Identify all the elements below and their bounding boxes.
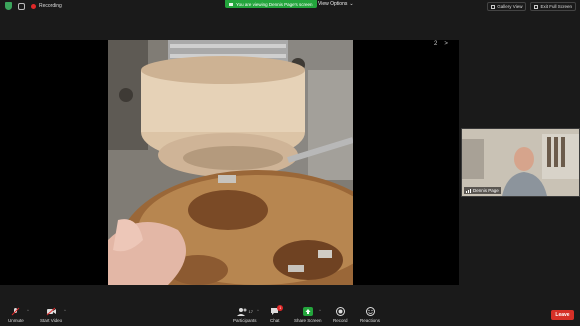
grid-icon — [491, 4, 496, 9]
share-screen-icon — [302, 307, 313, 316]
chat-badge: 1 — [277, 305, 284, 311]
participants-icon: 17 — [236, 307, 253, 316]
chat-label: Chat — [270, 318, 280, 323]
screen-icon — [229, 2, 233, 6]
camera-off-icon — [46, 307, 57, 316]
meeting-info: Recording — [5, 2, 62, 10]
record-icon — [335, 307, 345, 316]
participant-video-tile[interactable]: Dennis Page — [461, 128, 580, 197]
lathe-photo-image — [108, 40, 353, 285]
participants-count: 17 — [248, 309, 253, 314]
audio-level-icon — [466, 188, 471, 193]
chevron-down-icon: ⌄ — [349, 1, 354, 7]
share-options-caret[interactable]: ^ — [319, 308, 321, 313]
record-button[interactable]: Record — [333, 307, 348, 323]
chat-icon: 1 — [270, 305, 284, 316]
leave-button[interactable]: Leave — [551, 310, 574, 320]
view-options-label: View Options — [318, 1, 348, 7]
chat-button[interactable]: 1 Chat — [270, 305, 284, 323]
participants-label: Participants — [233, 318, 257, 323]
meeting-toolbar: Unmute ^ Start Video ^ 17 Participants ^… — [0, 301, 580, 326]
participants-caret[interactable]: ^ — [257, 308, 259, 313]
start-video-button[interactable]: Start Video — [40, 307, 62, 323]
viewing-banner-text: You are viewing Dennis Page's screen — [236, 1, 313, 7]
view-controls: Gallery View Exit Full Screen — [487, 2, 576, 11]
audio-options-caret[interactable]: ^ — [27, 308, 29, 313]
reactions-button[interactable]: Reactions — [360, 307, 380, 323]
share-screen-button[interactable]: Share Screen — [294, 307, 322, 323]
start-video-label: Start Video — [40, 318, 63, 323]
view-options-button[interactable]: View Options ⌄ — [318, 1, 354, 7]
next-page-arrow[interactable]: > — [444, 41, 448, 47]
share-screen-label: Share Screen — [294, 318, 322, 323]
recording-indicator[interactable]: Recording — [31, 3, 62, 9]
reactions-label: Reactions — [360, 318, 381, 323]
record-dot-icon — [31, 3, 36, 9]
share-page-nav: 2 > — [434, 41, 448, 47]
unmute-button[interactable]: Unmute — [8, 307, 24, 323]
unmute-label: Unmute — [8, 318, 24, 323]
top-bar: Recording You are viewing Dennis Page's … — [0, 0, 580, 14]
microphone-muted-icon — [11, 307, 20, 316]
viewing-banner: You are viewing Dennis Page's screen — [225, 0, 317, 8]
participant-video-image — [462, 129, 579, 196]
page-indicator: 2 — [434, 41, 438, 47]
gallery-view-button[interactable]: Gallery View — [487, 2, 527, 11]
participant-name: Dennis Page — [473, 188, 499, 193]
participant-name-tag: Dennis Page — [464, 187, 501, 194]
video-options-caret[interactable]: ^ — [64, 308, 66, 313]
shared-photo — [108, 40, 353, 285]
exit-fullscreen-label: Exit Full Screen — [540, 4, 572, 9]
info-icon[interactable] — [18, 2, 25, 10]
exit-fullscreen-icon — [534, 4, 539, 9]
reactions-icon — [365, 307, 375, 316]
shield-icon[interactable] — [5, 2, 12, 10]
exit-fullscreen-button[interactable]: Exit Full Screen — [530, 2, 576, 11]
record-label: Record — [333, 318, 348, 323]
gallery-view-label: Gallery View — [497, 4, 523, 9]
participants-button[interactable]: 17 Participants — [233, 307, 257, 323]
recording-label: Recording — [39, 3, 62, 9]
